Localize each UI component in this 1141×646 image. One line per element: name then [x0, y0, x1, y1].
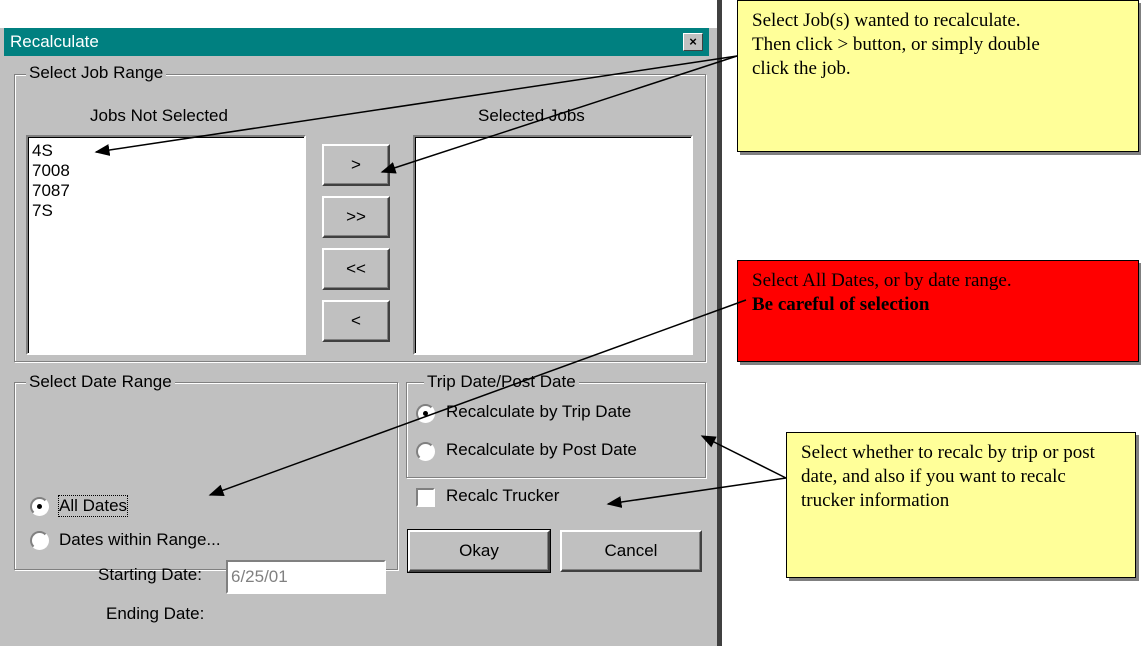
recalc-trucker-checkbox[interactable] [416, 488, 435, 507]
recalc-by-post-label[interactable]: Recalculate by Post Date [446, 440, 637, 460]
recalc-by-trip-label[interactable]: Recalculate by Trip Date [446, 402, 631, 422]
dates-callout-line1: Select All Dates, or by date range. [752, 270, 1012, 291]
jobs-not-selected-header: Jobs Not Selected [90, 106, 228, 125]
title-bar[interactable] [4, 28, 709, 56]
close-icon: × [689, 34, 697, 49]
dates-within-range-label[interactable]: Dates within Range... [59, 530, 221, 550]
add-all-jobs-button[interactable]: >> [322, 196, 390, 238]
remove-all-jobs-button[interactable]: << [322, 248, 390, 290]
trip-post-group [406, 382, 706, 478]
selected-jobs-list[interactable] [413, 135, 693, 355]
list-item[interactable]: 7S [32, 201, 53, 221]
window-title: Recalculate [10, 32, 99, 51]
list-item[interactable]: 7008 [32, 161, 70, 181]
add-job-button[interactable]: > [322, 144, 390, 186]
ending-date-label: Ending Date: [106, 604, 205, 623]
radio-dot [37, 504, 42, 509]
trip-post-legend: Trip Date/Post Date [424, 372, 579, 392]
close-button[interactable]: × [683, 33, 703, 51]
recalc-by-post-radio[interactable] [416, 442, 435, 461]
recalc-by-trip-radio[interactable] [416, 404, 435, 423]
okay-button[interactable]: Okay [407, 529, 551, 573]
dates-within-range-radio[interactable] [30, 531, 49, 550]
remove-job-button[interactable]: < [322, 300, 390, 342]
window-edge [717, 0, 722, 646]
cancel-button[interactable]: Cancel [560, 530, 702, 572]
dates-callout: Select All Dates, or by date range. Be c… [737, 260, 1139, 362]
list-item[interactable]: 4S [32, 141, 53, 161]
jobs-not-selected-list[interactable]: 4S 7008 7087 7S [26, 135, 306, 355]
all-dates-radio[interactable] [30, 497, 49, 516]
selected-jobs-header: Selected Jobs [478, 106, 585, 125]
list-item[interactable]: 7087 [32, 181, 70, 201]
recalc-trucker-label[interactable]: Recalc Trucker [446, 486, 559, 506]
starting-date-field[interactable]: 6/25/01 [226, 560, 386, 594]
date-range-legend: Select Date Range [26, 372, 175, 392]
trip-post-callout: Select whether to recalc by trip or post… [786, 432, 1136, 578]
jobs-callout: Select Job(s) wanted to recalculate. The… [737, 0, 1139, 152]
starting-date-label: Starting Date: [98, 565, 202, 584]
job-range-legend: Select Job Range [26, 63, 167, 83]
dates-callout-line2: Be careful of selection [752, 294, 930, 315]
all-dates-label[interactable]: All Dates [57, 495, 129, 517]
radio-dot [423, 411, 428, 416]
